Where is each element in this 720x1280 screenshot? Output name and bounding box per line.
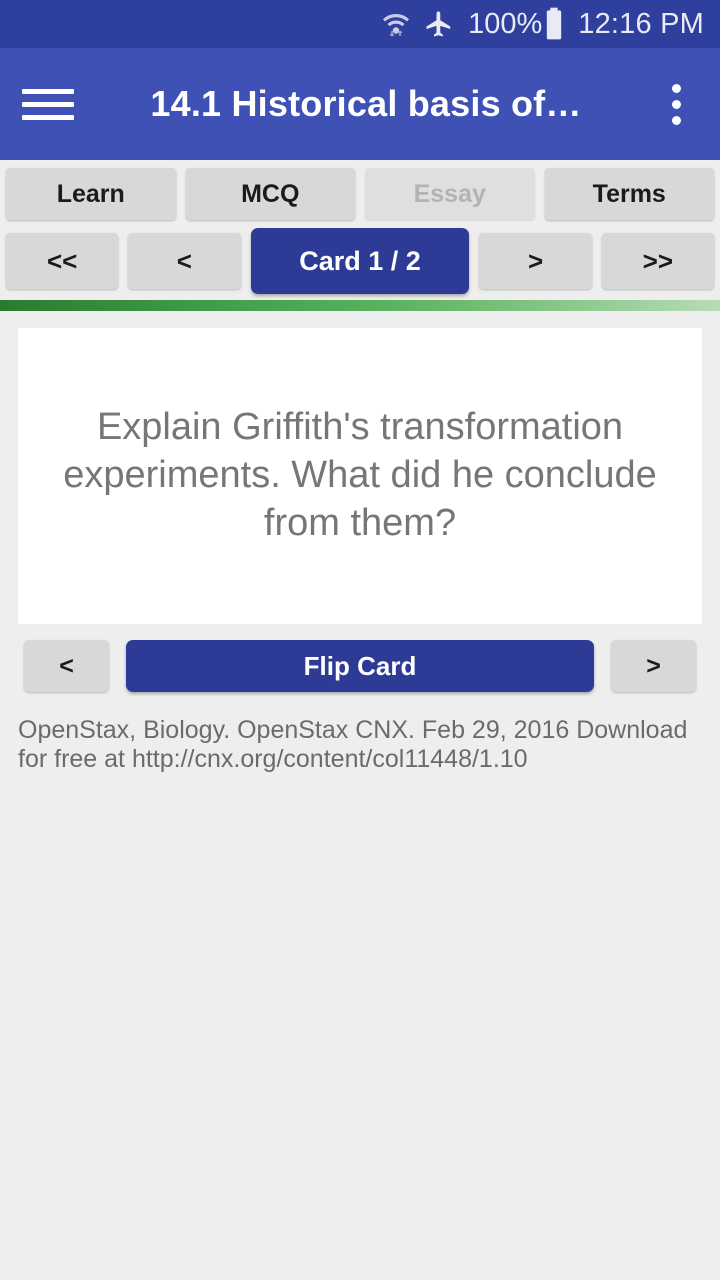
card-counter-button[interactable]: Card 1 / 2	[250, 228, 470, 294]
status-bar: 100% 12:16 PM	[0, 0, 720, 48]
tab-terms[interactable]: Terms	[544, 168, 714, 220]
flip-previous-button[interactable]: <	[24, 640, 109, 692]
tab-learn[interactable]: Learn	[6, 168, 176, 220]
progress-bar	[0, 300, 720, 311]
card-nav-row: << < Card 1 / 2 > >>	[0, 224, 720, 300]
mode-tab-row: Learn MCQ Essay Terms	[0, 160, 720, 224]
hamburger-bar	[22, 101, 74, 107]
flashcard-question-text: Explain Griffith's transformation experi…	[63, 406, 657, 544]
next-card-button[interactable]: >	[479, 233, 592, 289]
last-card-button[interactable]: >>	[601, 233, 714, 289]
hamburger-bar	[22, 88, 74, 94]
battery-full-icon	[544, 7, 564, 41]
status-bar-clock: 12:16 PM	[578, 7, 704, 40]
battery-percent-label: 100%	[468, 7, 543, 40]
flashcard-area: Explain Griffith's transformation experi…	[0, 311, 720, 624]
app-bar: 14.1 Historical basis of…	[0, 48, 720, 160]
app-root: 100% 12:16 PM 14.1 Historical basis of…	[0, 0, 720, 1280]
attribution-text: OpenStax, Biology. OpenStax CNX. Feb 29,…	[18, 716, 688, 773]
hamburger-bar	[22, 114, 74, 120]
hamburger-menu-icon[interactable]	[22, 82, 78, 126]
flip-control-row: < Flip Card >	[0, 624, 720, 692]
flashcard[interactable]: Explain Griffith's transformation experi…	[18, 328, 702, 624]
previous-card-button[interactable]: <	[128, 233, 241, 289]
overflow-dot	[671, 115, 681, 125]
battery-group: 100%	[468, 7, 564, 41]
first-card-button[interactable]: <<	[6, 233, 119, 289]
empty-space	[0, 774, 720, 1280]
airplane-mode-icon	[424, 9, 454, 39]
flip-card-button[interactable]: Flip Card	[126, 640, 594, 692]
wifi-with-transfer-arrows-icon	[382, 9, 410, 39]
overflow-menu-icon[interactable]	[654, 78, 698, 130]
status-bar-items: 100% 12:16 PM	[382, 7, 704, 41]
overflow-dot	[671, 99, 681, 109]
tab-mcq[interactable]: MCQ	[185, 168, 355, 220]
flip-next-button[interactable]: >	[611, 640, 696, 692]
tab-essay: Essay	[365, 168, 535, 220]
overflow-dot	[671, 83, 681, 93]
page-title: 14.1 Historical basis of…	[150, 83, 582, 124]
